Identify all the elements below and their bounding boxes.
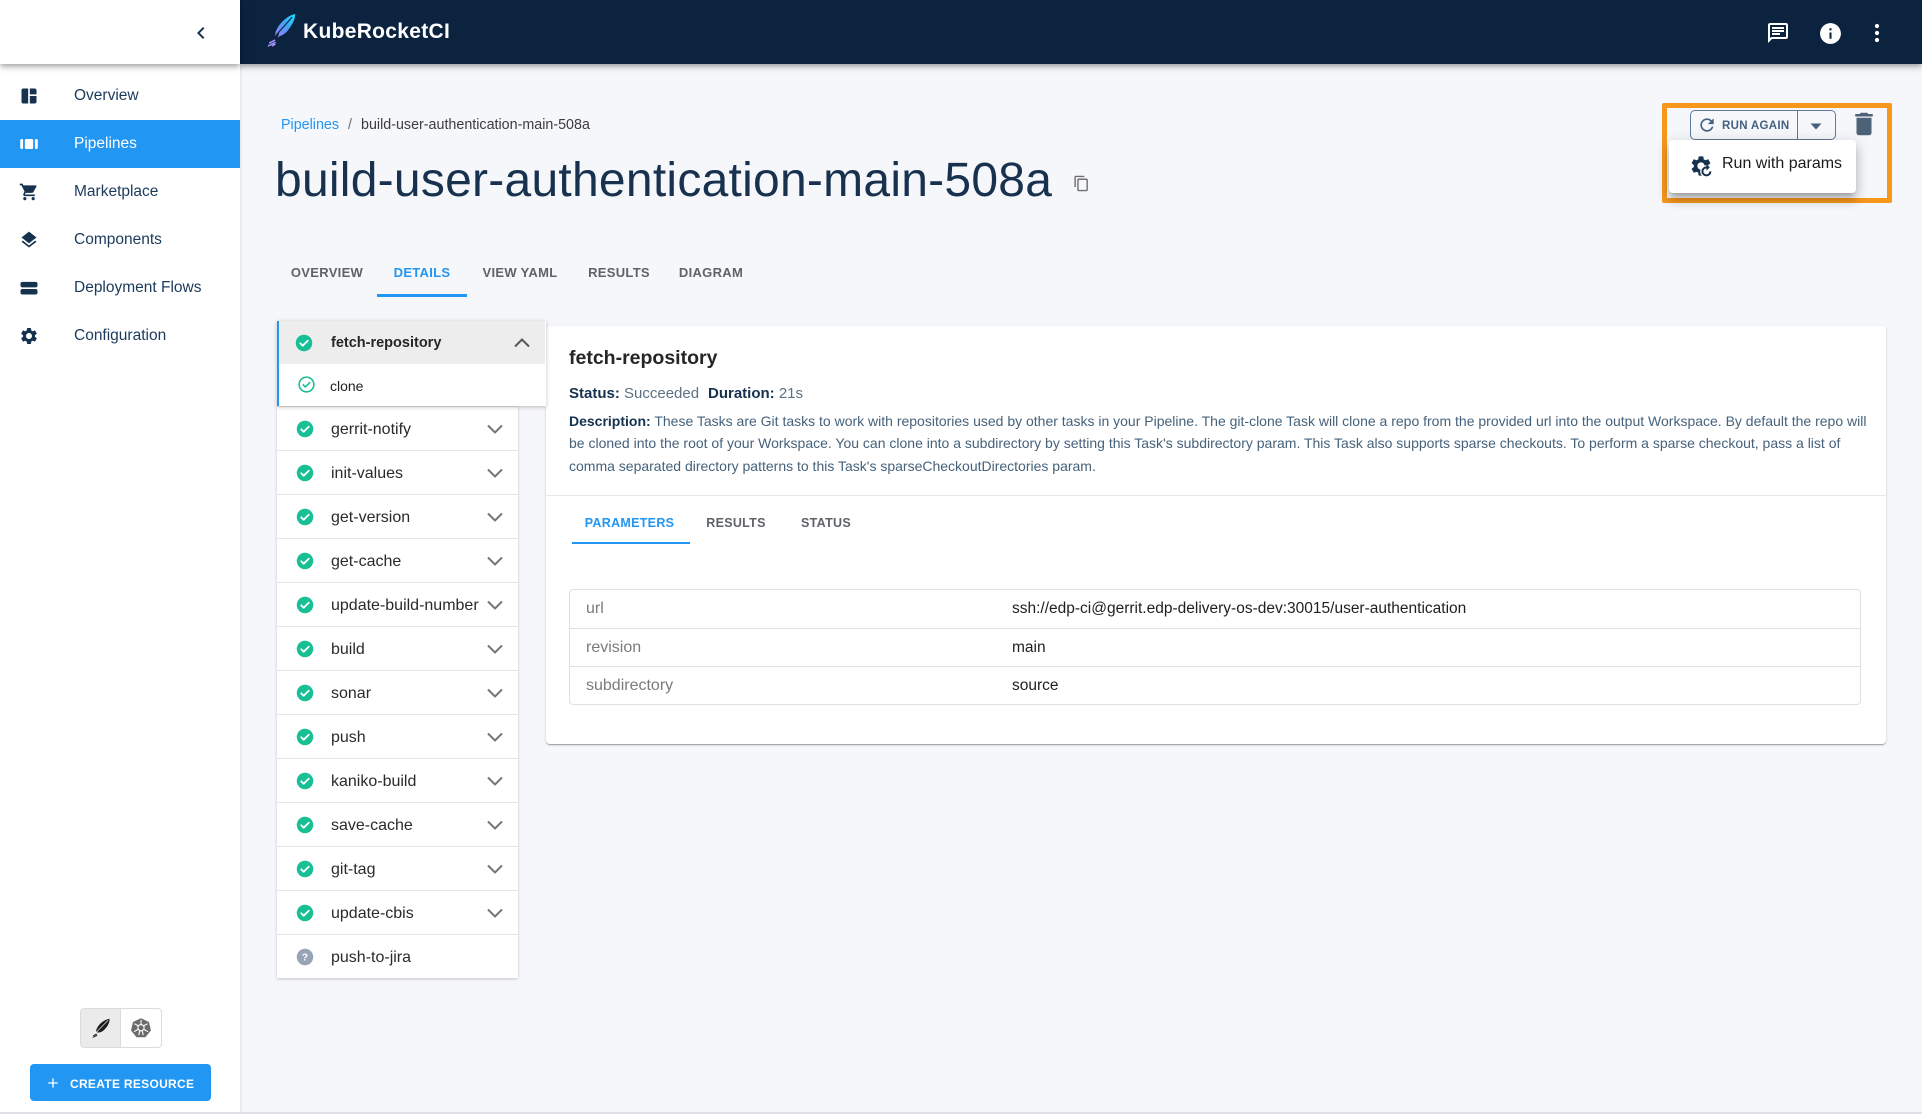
svg-text:?: ?: [302, 953, 308, 964]
